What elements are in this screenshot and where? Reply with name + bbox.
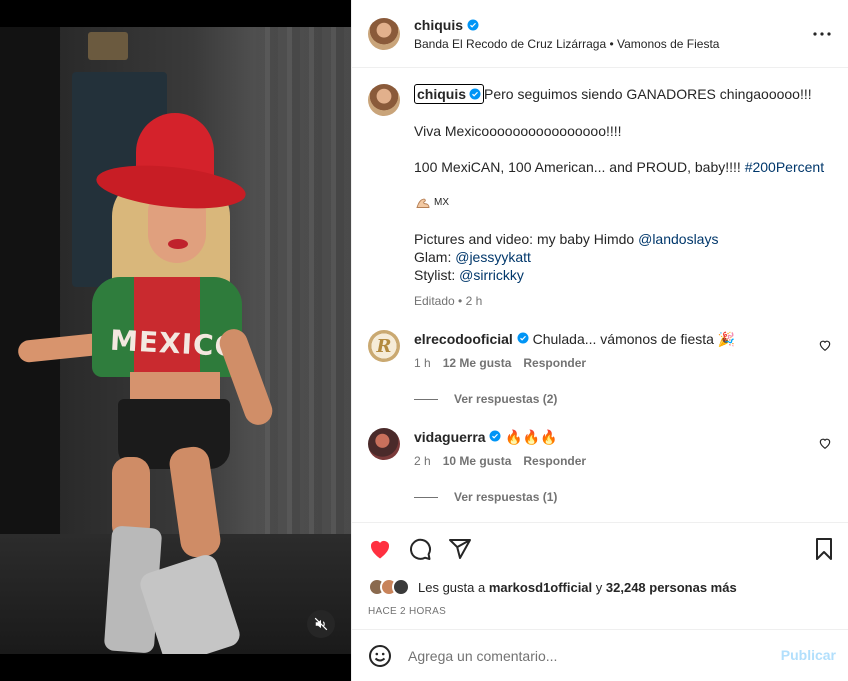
likes-summary: Les gusta a markosd1official y 32,248 pe… [352,574,848,600]
comment-time: 1 h [414,356,431,370]
heart-filled-icon[interactable] [368,537,392,561]
subject-lips [168,239,188,249]
likes-count[interactable]: 32,248 personas más [606,580,737,595]
commenter-username[interactable]: vidaguerra [414,429,486,445]
verified-badge-icon [467,19,479,30]
mute-icon [314,617,328,631]
verified-badge-icon [489,430,501,442]
liker-avatar[interactable] [392,578,410,596]
mute-button[interactable] [307,610,335,638]
view-replies-button[interactable]: Ver respuestas (2) [414,392,832,406]
subject-arm-left [17,332,103,364]
comments-scroll-area[interactable]: chiquis Pero seguimos siendo GANADORES c… [352,68,848,522]
caption-author-avatar[interactable] [368,84,400,116]
comment-likes[interactable]: 12 Me gusta [443,356,512,370]
hashtag-link[interactable]: #200Percent [745,159,824,175]
video-subject: MEXICO [0,27,351,654]
more-options-button[interactable] [812,24,832,44]
comment-item: R elrecodooficial Chulada... vámonos de … [368,330,832,370]
instagram-post-modal: MEXICO chiquis Banda El Recodo de Cruz L… [0,0,848,681]
post-header: chiquis Banda El Recodo de Cruz Lizárrag… [352,0,848,68]
emoji-icon[interactable] [368,644,392,668]
publish-button[interactable]: Publicar [781,647,836,663]
caption-username-text: chiquis [417,86,467,102]
flexed-biceps-icon [416,198,430,208]
caption-line-1: Pero seguimos siendo GANADORES chingaooo… [484,86,812,102]
bookmark-icon[interactable] [812,537,836,561]
share-icon[interactable] [448,537,472,561]
mexico-flag-emoji: MX [434,197,449,208]
verified-badge-icon [469,88,481,100]
post-details-panel: chiquis Banda El Recodo de Cruz Lizárrag… [351,0,848,681]
post-actions [352,522,848,574]
caption-username[interactable]: chiquis [414,84,485,104]
reply-button[interactable]: Responder [523,454,586,468]
mention-jessyykatt[interactable]: @jessyykatt [455,249,531,265]
caption-line-3: 100 MexiCAN, 100 American... and PROUD, … [414,159,745,175]
post-timestamp[interactable]: HACE 2 HORAS [352,600,848,629]
audio-track-link[interactable]: Banda El Recodo de Cruz Lizárraga • Vamo… [414,37,719,51]
commenter-avatar[interactable] [368,428,400,460]
add-comment-bar: Publicar [352,629,848,681]
comment-like-icon[interactable] [818,338,832,352]
commenter-avatar[interactable]: R [368,330,400,362]
video-player[interactable]: MEXICO [0,27,351,654]
credits-stylist: Stylist: [414,267,460,283]
likes-middle: y [592,579,606,595]
comment-like-icon[interactable] [818,436,832,450]
comment-likes[interactable]: 10 Me gusta [443,454,512,468]
comment-input[interactable] [408,647,738,664]
credits-glam: Glam: [414,249,456,265]
verified-badge-icon [517,332,529,344]
caption: chiquis Pero seguimos siendo GANADORES c… [368,84,832,308]
comment-item: vidaguerra 🔥🔥🔥 2 h 10 Me gusta Responder [368,428,832,468]
view-replies-label: Ver respuestas (2) [454,392,558,406]
liker-username[interactable]: markosd1official [489,580,592,595]
view-replies-label: Ver respuestas (1) [454,490,558,504]
likes-prefix: Les gusta a [418,579,489,595]
author-avatar[interactable] [368,17,400,50]
comment-text: 🔥🔥🔥 [505,429,558,445]
post-media: MEXICO [0,0,351,681]
reply-button[interactable]: Responder [523,356,586,370]
caption-meta: Editado • 2 h [414,294,483,308]
commenter-username[interactable]: elrecodooficial [414,331,513,347]
more-options-icon [813,32,831,36]
comment-time: 2 h [414,454,431,468]
credits-photos: Pictures and video: my baby Himdo [414,231,639,247]
caption-line-2: Viva Mexicoooooooooooooooo!!!! [414,123,622,139]
author-username[interactable]: chiquis [414,17,463,33]
comment-icon[interactable] [408,537,432,561]
mention-sirrickky[interactable]: @sirrickky [459,267,524,283]
comment-text: Chulada... vámonos de fiesta 🎉 [532,331,736,347]
author-username-row: chiquis [414,17,479,33]
mention-landoslays[interactable]: @landoslays [638,231,718,247]
view-replies-button[interactable]: Ver respuestas (1) [414,490,832,504]
